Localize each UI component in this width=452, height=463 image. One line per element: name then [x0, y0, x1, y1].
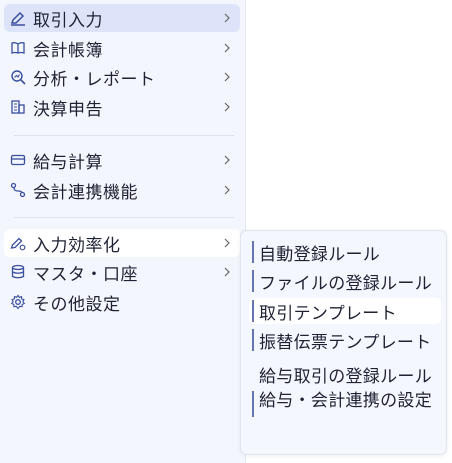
database-icon — [9, 263, 27, 281]
sidebar-nav: 取引入力 会計帳簿 分析・レポート 決算申告 給与計算 会計連携機能 入力効率化… — [0, 0, 246, 463]
book-icon — [9, 39, 27, 57]
accent-bar — [252, 270, 254, 292]
chevron-right-icon — [220, 43, 234, 53]
sidebar-item-label: その他設定 — [33, 294, 121, 315]
chevron-right-icon — [220, 267, 234, 277]
pen-icon — [9, 9, 27, 27]
sidebar-item-master-accounts[interactable]: マスタ・口座 — [4, 258, 240, 286]
divider — [14, 217, 234, 218]
link-route-icon — [9, 181, 27, 199]
chevron-right-icon — [220, 185, 234, 195]
accent-bar — [252, 300, 254, 322]
submenu-item-payroll-accounting-integration-settings[interactable]: 給与・会計連携の設定 — [249, 389, 441, 439]
submenu-item-label: 給与取引の登録ルール — [259, 366, 432, 387]
accent-bar — [252, 329, 254, 351]
sidebar-item-label: 決算申告 — [33, 99, 103, 120]
submenu-item-label: 給与・会計連携の設定 — [259, 391, 432, 411]
sidebar-item-label: 会計連携機能 — [33, 182, 138, 203]
chevron-right-icon — [220, 238, 234, 248]
sidebar-item-accounting-integration[interactable]: 会計連携機能 — [4, 176, 240, 204]
sidebar-item-label: 会計帳簿 — [33, 40, 103, 61]
accent-bar-spacer — [252, 363, 254, 385]
submenu-item-label: ファイルの登録ルール — [259, 273, 432, 294]
submenu-item-label: 取引テンプレート — [259, 303, 397, 324]
sidebar-item-label: 給与計算 — [33, 152, 103, 173]
pen-gear-icon — [9, 234, 27, 252]
submenu-item-label: 自動登録ルール — [259, 244, 381, 265]
submenu-item-payroll-transaction-rules[interactable]: 給与取引の登録ルール — [249, 361, 441, 387]
gear-icon — [9, 293, 27, 311]
submenu-item-transfer-voucher-templates[interactable]: 振替伝票テンプレート — [249, 327, 441, 353]
accent-bar — [252, 391, 254, 417]
submenu-item-auto-registration-rules[interactable]: 自動登録ルール — [249, 239, 441, 265]
sidebar-item-analysis-report[interactable]: 分析・レポート — [4, 63, 240, 91]
input-efficiency-submenu: 自動登録ルール ファイルの登録ルール 取引テンプレート 振替伝票テンプレート 給… — [240, 230, 447, 455]
sidebar-item-label: 入力効率化 — [33, 235, 121, 256]
sidebar-item-label: マスタ・口座 — [33, 264, 138, 285]
sidebar-item-label: 取引入力 — [33, 10, 103, 31]
sidebar-item-accounting-books[interactable]: 会計帳簿 — [4, 34, 240, 62]
sidebar-item-other-settings[interactable]: その他設定 — [4, 288, 240, 316]
building-icon — [9, 98, 27, 116]
submenu-item-transaction-templates[interactable]: 取引テンプレート — [249, 298, 441, 324]
chevron-right-icon — [220, 102, 234, 112]
sidebar-item-closing-filing[interactable]: 決算申告 — [4, 93, 240, 121]
divider — [14, 135, 234, 136]
submenu-item-file-registration-rules[interactable]: ファイルの登録ルール — [249, 268, 441, 294]
sidebar-item-label: 分析・レポート — [33, 69, 156, 90]
chevron-right-icon — [220, 155, 234, 165]
sidebar-item-input-efficiency[interactable]: 入力効率化 — [4, 229, 240, 257]
accent-bar — [252, 241, 254, 263]
card-icon — [9, 151, 27, 169]
sidebar-item-payroll[interactable]: 給与計算 — [4, 146, 240, 174]
sidebar-item-transaction-input[interactable]: 取引入力 — [4, 4, 240, 32]
submenu-item-label: 振替伝票テンプレート — [259, 332, 432, 353]
magnify-chart-icon — [9, 68, 27, 86]
chevron-right-icon — [220, 72, 234, 82]
chevron-right-icon — [220, 13, 234, 23]
